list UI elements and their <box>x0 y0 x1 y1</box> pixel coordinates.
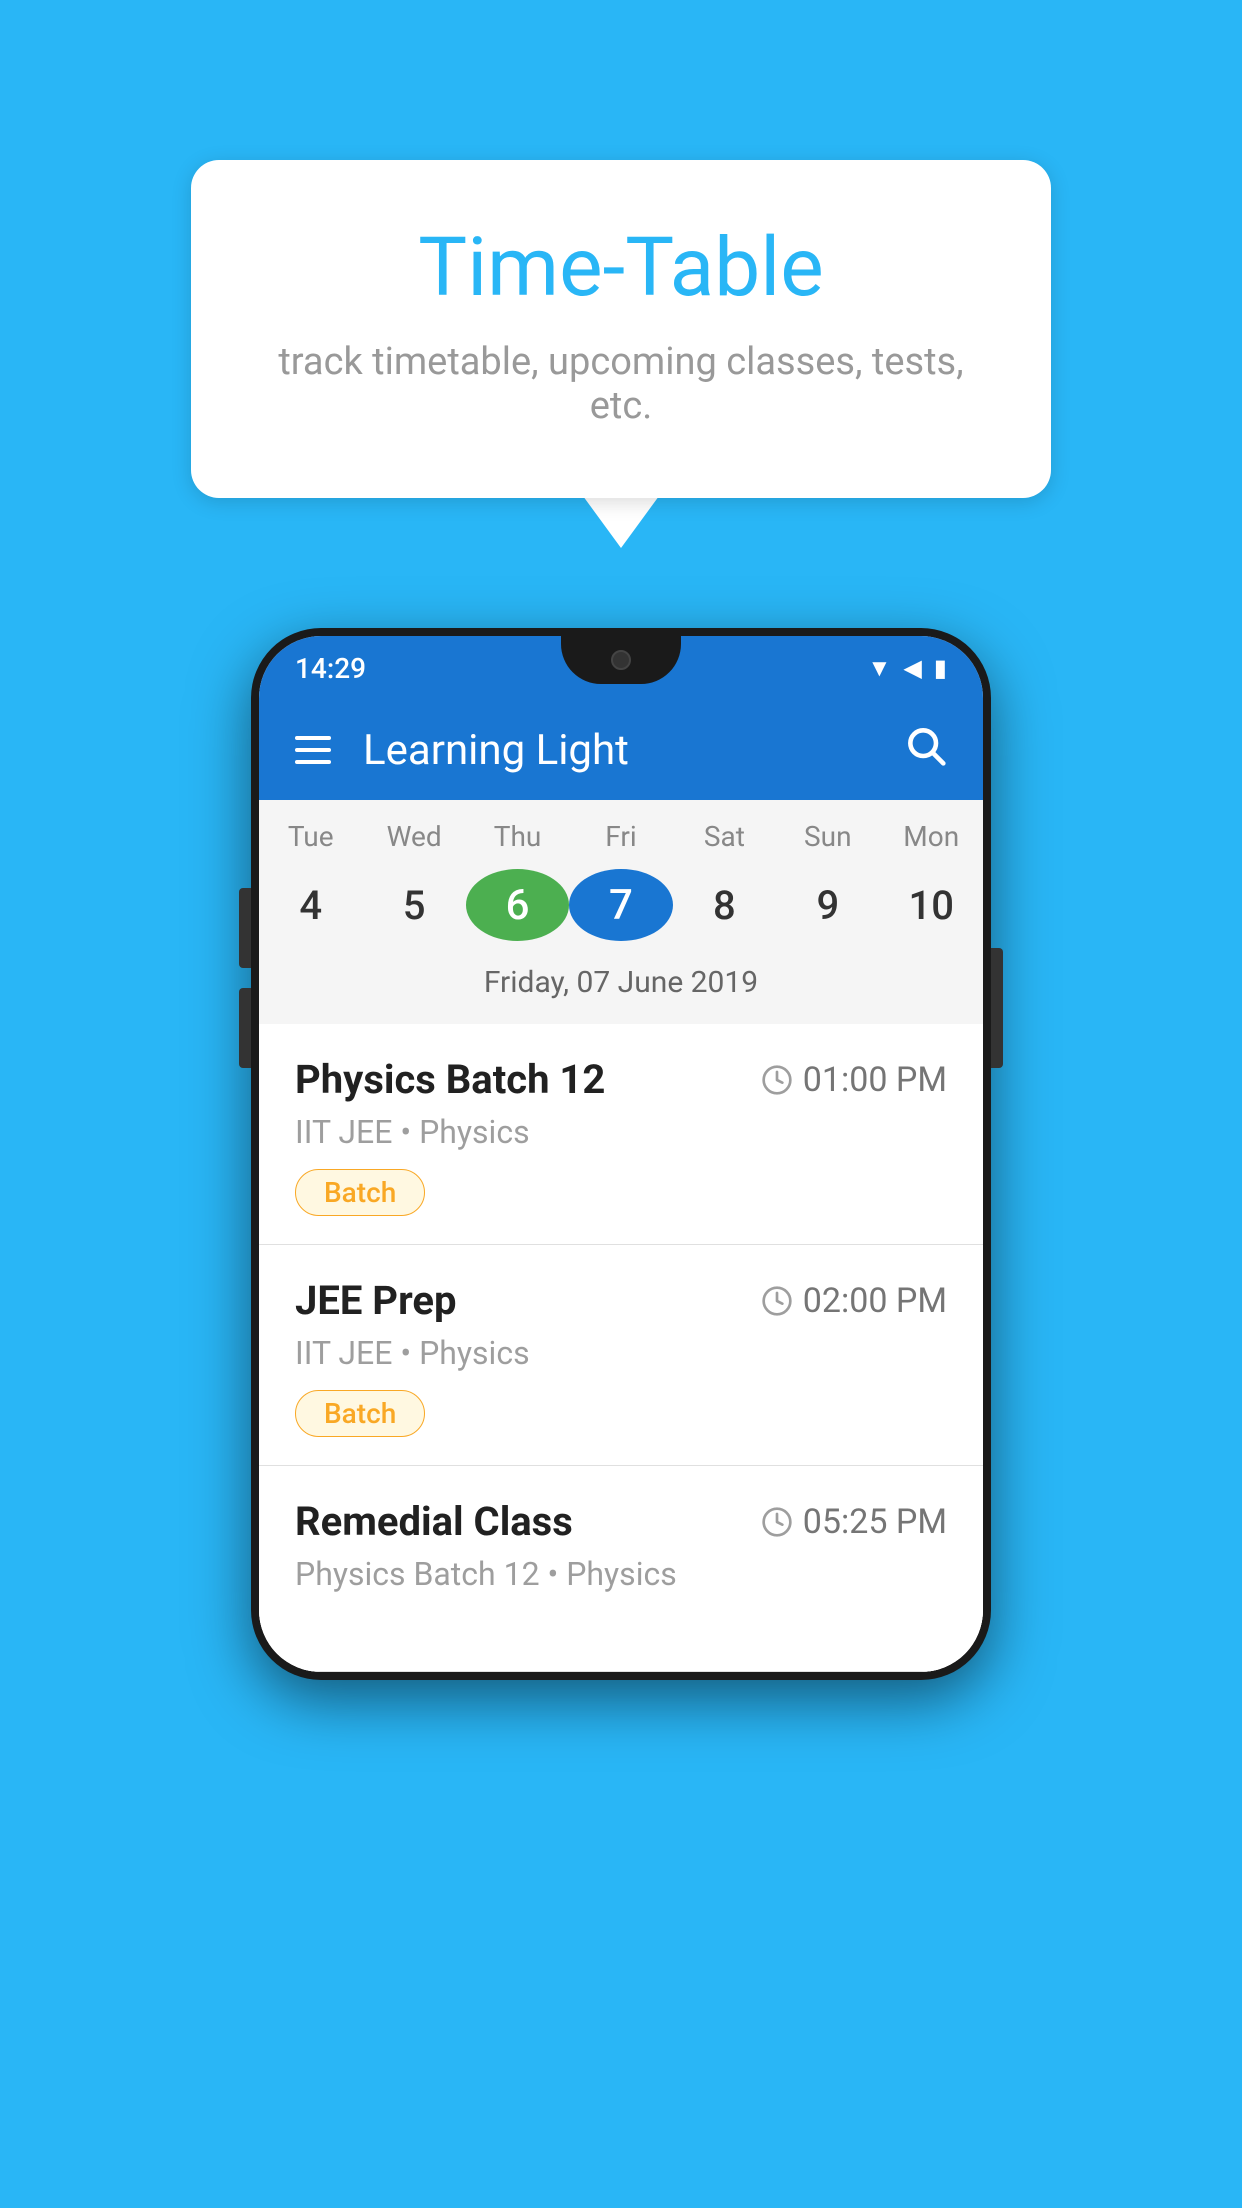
schedule-item-1[interactable]: Physics Batch 12 01:00 PM IIT JEE • Phys… <box>259 1024 983 1245</box>
status-icons: ▼ ◀ ▮ <box>868 654 947 683</box>
day-9: 9 <box>776 865 879 945</box>
app-title: Learning Light <box>363 726 871 775</box>
volume-down-button <box>239 988 251 1068</box>
day-header-wed: Wed <box>362 820 465 853</box>
day-7-wrapper[interactable]: 7 <box>569 869 672 941</box>
day-9-wrapper[interactable]: 9 <box>776 865 879 945</box>
day-header-fri: Fri <box>569 820 672 853</box>
schedule-item-2-title: JEE Prep <box>295 1277 456 1324</box>
schedule-item-3-header: Remedial Class 05:25 PM <box>295 1498 947 1545</box>
battery-icon: ▮ <box>934 654 947 682</box>
power-button-shape <box>991 948 1003 1068</box>
day-header-sat: Sat <box>673 820 776 853</box>
day-headers-row: Tue Wed Thu Fri Sat Sun Mon <box>259 800 983 857</box>
phone-screen: 14:29 ▼ ◀ ▮ Learning Light <box>259 636 983 1672</box>
schedule-item-3-time: 05:25 PM <box>761 1502 947 1542</box>
day-header-sun: Sun <box>776 820 879 853</box>
schedule-item-3[interactable]: Remedial Class 05:25 PM Physics Batch 12… <box>259 1466 983 1672</box>
day-10: 10 <box>880 865 983 945</box>
clock-icon-1 <box>761 1064 793 1096</box>
phone-wrapper: 14:29 ▼ ◀ ▮ Learning Light <box>241 628 1001 1680</box>
schedule-item-1-title: Physics Batch 12 <box>295 1056 605 1103</box>
schedule-item-1-header: Physics Batch 12 01:00 PM <box>295 1056 947 1103</box>
day-8: 8 <box>673 865 776 945</box>
day-header-thu: Thu <box>466 820 569 853</box>
day-4: 4 <box>259 865 362 945</box>
schedule-item-2-time: 02:00 PM <box>761 1281 947 1321</box>
status-bar: 14:29 ▼ ◀ ▮ <box>259 636 983 700</box>
schedule-item-2[interactable]: JEE Prep 02:00 PM IIT JEE • Physics Batc… <box>259 1245 983 1466</box>
status-time: 14:29 <box>295 652 366 685</box>
schedule-item-3-title: Remedial Class <box>295 1498 573 1545</box>
schedule-item-1-subtitle: IIT JEE • Physics <box>295 1113 947 1151</box>
search-icon[interactable] <box>903 723 947 778</box>
day-5: 5 <box>362 865 465 945</box>
schedule-item-2-subtitle: IIT JEE • Physics <box>295 1334 947 1372</box>
notch <box>561 636 681 684</box>
wifi-icon: ▼ <box>868 654 892 683</box>
volume-buttons <box>239 888 251 1068</box>
day-5-wrapper[interactable]: 5 <box>362 865 465 945</box>
selected-date-label: Friday, 07 June 2019 <box>259 957 983 1016</box>
hamburger-line-3 <box>295 760 331 764</box>
volume-up-button <box>239 888 251 968</box>
schedule-item-1-time: 01:00 PM <box>761 1060 947 1100</box>
schedule-item-2-header: JEE Prep 02:00 PM <box>295 1277 947 1324</box>
schedule-item-2-tag: Batch <box>295 1390 425 1437</box>
day-header-mon: Mon <box>880 820 983 853</box>
day-8-wrapper[interactable]: 8 <box>673 865 776 945</box>
day-numbers-row: 4 5 6 7 8 9 <box>259 857 983 957</box>
speech-bubble-section: Time-Table track timetable, upcoming cla… <box>191 160 1051 548</box>
day-header-tue: Tue <box>259 820 362 853</box>
schedule-item-1-tag: Batch <box>295 1169 425 1216</box>
calendar-section: Tue Wed Thu Fri Sat Sun Mon 4 5 <box>259 800 983 1024</box>
speech-bubble-card: Time-Table track timetable, upcoming cla… <box>191 160 1051 498</box>
signal-icon: ◀ <box>903 654 921 682</box>
speech-bubble-arrow <box>583 496 659 548</box>
day-7-selected: 7 <box>569 869 672 941</box>
hamburger-line-2 <box>295 748 331 752</box>
day-4-wrapper[interactable]: 4 <box>259 865 362 945</box>
hamburger-line-1 <box>295 736 331 740</box>
camera <box>611 650 631 670</box>
clock-icon-3 <box>761 1506 793 1538</box>
speech-bubble-title: Time-Table <box>271 220 971 316</box>
app-bar: Learning Light <box>259 700 983 800</box>
phone-frame: 14:29 ▼ ◀ ▮ Learning Light <box>251 628 991 1680</box>
schedule-list: Physics Batch 12 01:00 PM IIT JEE • Phys… <box>259 1024 983 1672</box>
clock-icon-2 <box>761 1285 793 1317</box>
power-button <box>991 948 1003 1068</box>
day-10-wrapper[interactable]: 10 <box>880 865 983 945</box>
speech-bubble-subtitle: track timetable, upcoming classes, tests… <box>271 340 971 428</box>
day-6-wrapper[interactable]: 6 <box>466 869 569 941</box>
day-6-today: 6 <box>466 869 569 941</box>
hamburger-menu-button[interactable] <box>295 736 331 764</box>
schedule-item-3-subtitle: Physics Batch 12 • Physics <box>295 1555 947 1593</box>
